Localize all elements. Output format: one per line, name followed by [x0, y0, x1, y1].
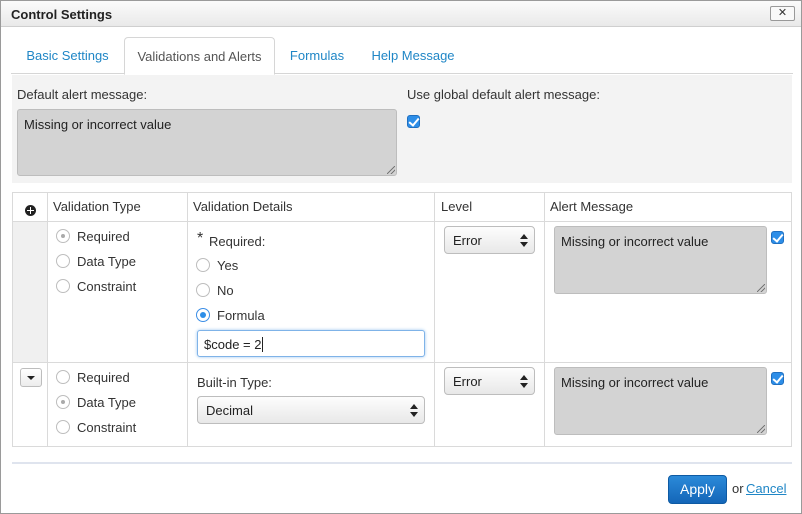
resize-grip-icon[interactable] — [387, 166, 395, 174]
row2-alert-value: Missing or incorrect value — [561, 375, 709, 390]
row1-type-constraint-label: Constraint — [77, 279, 137, 294]
required-formula-radio[interactable] — [196, 308, 210, 322]
row1-type-required-radio[interactable] — [56, 229, 70, 243]
required-formula-label: Formula — [217, 308, 265, 323]
required-star: * — [197, 230, 204, 247]
header-alert-message: Alert Message — [550, 199, 634, 214]
dialog-title: Control Settings — [11, 7, 113, 22]
select-arrows-icon — [520, 234, 528, 247]
header-validation-type: Validation Type — [53, 199, 141, 214]
row2-alert-textarea[interactable]: Missing or incorrect value — [554, 367, 767, 435]
row2-alert-checkbox[interactable] — [771, 372, 784, 385]
builtin-type-select[interactable]: Decimal — [197, 396, 425, 424]
required-label: Required: — [209, 234, 266, 249]
row1-type-datatype-radio[interactable] — [56, 254, 70, 268]
row2-type-datatype-label: Data Type — [77, 395, 137, 410]
formula-input-value: $code = 2 — [204, 337, 262, 352]
footer-divider — [12, 462, 792, 464]
tab-basic-settings[interactable]: Basic Settings — [11, 37, 124, 74]
row1-alert-value: Missing or incorrect value — [561, 234, 709, 249]
select-arrows-icon — [520, 375, 528, 388]
select-arrows-icon — [410, 404, 418, 417]
column-divider — [544, 193, 545, 446]
builtin-type-label: Built-in Type: — [197, 375, 272, 390]
required-no-radio[interactable] — [196, 283, 210, 297]
default-alert-label: Default alert message: — [17, 87, 148, 102]
column-divider — [434, 193, 435, 446]
row1-level-value: Error — [453, 233, 482, 248]
row1-alert-checkbox[interactable] — [771, 231, 784, 244]
row2-type-datatype-radio[interactable] — [56, 395, 70, 409]
builtin-type-value: Decimal — [206, 403, 253, 418]
default-alert-panel: Default alert message: Missing or incorr… — [12, 75, 792, 183]
tab-bar: Basic Settings Validations and Alerts Fo… — [11, 37, 793, 75]
use-global-label: Use global default alert message: — [407, 87, 600, 102]
resize-grip-icon[interactable] — [757, 284, 765, 292]
row2-type-required-label: Required — [77, 370, 130, 385]
row-gutter — [13, 222, 47, 362]
required-yes-label: Yes — [217, 258, 239, 273]
formula-input[interactable]: $code = 2 — [197, 330, 425, 357]
header-divider — [13, 221, 791, 222]
default-alert-textarea[interactable]: Missing or incorrect value — [17, 109, 397, 176]
tab-help-message[interactable]: Help Message — [363, 37, 463, 74]
use-global-checkbox[interactable] — [407, 115, 420, 128]
row2-type-constraint-radio[interactable] — [56, 420, 70, 434]
row1-alert-textarea[interactable]: Missing or incorrect value — [554, 226, 767, 294]
row2-type-constraint-label: Constraint — [77, 420, 137, 435]
plus-circle-icon[interactable] — [25, 205, 36, 216]
text-cursor — [262, 337, 264, 352]
cancel-link[interactable]: Cancel — [746, 481, 786, 496]
required-yes-radio[interactable] — [196, 258, 210, 272]
row-divider — [13, 362, 791, 363]
row1-type-required-label: Required — [77, 229, 130, 244]
row1-type-datatype-label: Data Type — [77, 254, 137, 269]
control-settings-dialog: Control Settings ✕ Basic Settings Valida… — [0, 0, 802, 514]
row2-level-select[interactable]: Error — [444, 367, 535, 395]
column-divider — [187, 193, 188, 446]
row2-type-required-radio[interactable] — [56, 370, 70, 384]
header-validation-details: Validation Details — [193, 199, 293, 214]
or-text: or — [732, 481, 744, 496]
header-level: Level — [441, 199, 473, 214]
close-button[interactable]: ✕ — [770, 6, 795, 21]
default-alert-value: Missing or incorrect value — [24, 117, 172, 132]
tab-formulas[interactable]: Formulas — [279, 37, 355, 74]
row1-type-constraint-radio[interactable] — [56, 279, 70, 293]
row2-level-value: Error — [453, 374, 482, 389]
validations-table: Validation Type Validation Details Level… — [12, 192, 792, 447]
chevron-down-icon[interactable] — [20, 368, 42, 387]
column-divider — [47, 193, 48, 446]
title-bar: Control Settings ✕ — [1, 1, 801, 27]
row1-level-select[interactable]: Error — [444, 226, 535, 254]
close-icon: ✕ — [777, 7, 788, 19]
tab-validations-and-alerts[interactable]: Validations and Alerts — [124, 37, 275, 75]
apply-button[interactable]: Apply — [668, 475, 727, 504]
resize-grip-icon[interactable] — [757, 425, 765, 433]
required-no-label: No — [217, 283, 234, 298]
